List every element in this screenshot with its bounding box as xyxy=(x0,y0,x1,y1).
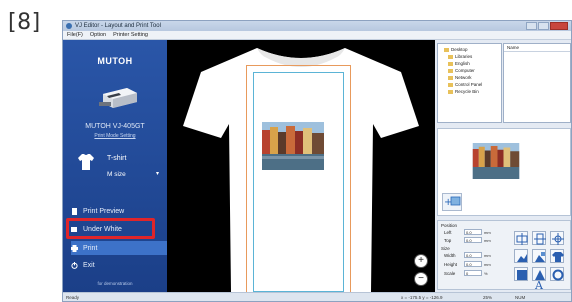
step-label: [8] xyxy=(8,10,41,35)
design-canvas[interactable]: + − xyxy=(167,40,435,292)
print-preview-button[interactable]: Print Preview xyxy=(71,204,167,218)
layout-controls: Position Left mm Top mm Size Width mm He… xyxy=(437,220,571,292)
window-controls xyxy=(526,22,568,30)
center-icon[interactable] xyxy=(550,231,564,245)
scale-input[interactable] xyxy=(464,270,482,276)
shirt-type-value[interactable]: T-shirt xyxy=(107,155,126,162)
width-input[interactable] xyxy=(464,252,482,258)
folder-icon xyxy=(448,82,453,87)
folder-icon xyxy=(448,61,453,66)
folder-icon xyxy=(448,89,453,94)
print-label: Print xyxy=(83,244,98,252)
align-horizontal-center-icon[interactable] xyxy=(514,231,528,245)
tree-item[interactable]: English xyxy=(448,61,470,66)
image-preview-pane: + xyxy=(437,128,571,216)
printer-image xyxy=(99,88,137,108)
tree-item[interactable]: Recycle Bin xyxy=(448,89,479,94)
tree-item[interactable]: Network xyxy=(448,75,472,80)
height-label: Height xyxy=(444,262,458,267)
add-image-icon: + xyxy=(444,196,461,208)
print-button-highlight xyxy=(66,218,155,239)
sidebar: MUTOH MUTOH VJ-405GT Print Mode Setting … xyxy=(63,40,167,292)
close-button[interactable] xyxy=(550,22,568,30)
placed-artwork-image[interactable] xyxy=(262,122,324,170)
status-text: Ready xyxy=(66,295,80,300)
minimize-button[interactable] xyxy=(526,22,537,30)
menu-bar: File(F) Option Printer Setting xyxy=(63,31,571,40)
fit-width-icon[interactable] xyxy=(532,249,546,263)
tshirt-icon xyxy=(78,154,94,170)
window-title: VJ Editor - Layout and Print Tool xyxy=(75,23,161,29)
tree-item[interactable]: Computer xyxy=(448,68,475,73)
app-icon xyxy=(66,23,72,29)
folder-icon xyxy=(444,47,449,52)
svg-text:A: A xyxy=(534,279,544,290)
width-unit: mm xyxy=(484,253,491,258)
width-label: Width xyxy=(444,253,456,258)
align-vertical-center-icon[interactable] xyxy=(532,231,546,245)
height-unit: mm xyxy=(484,262,491,267)
rectangle-icon[interactable] xyxy=(514,267,528,281)
zoom-out-icon[interactable]: − xyxy=(414,272,428,286)
menu-printer-setting[interactable]: Printer Setting xyxy=(113,31,148,39)
folder-icon xyxy=(448,68,453,73)
top-label: Top xyxy=(444,238,452,243)
circle-icon[interactable] xyxy=(550,267,564,281)
exit-button[interactable]: Exit xyxy=(71,258,167,272)
position-label: Position xyxy=(441,223,458,228)
add-image-button[interactable]: + xyxy=(442,193,462,211)
title-bar: VJ Editor - Layout and Print Tool xyxy=(63,21,571,31)
print-preview-label: Print Preview xyxy=(83,207,125,215)
folder-icon xyxy=(448,75,453,80)
maximize-button[interactable] xyxy=(538,22,549,30)
print-area-inner-guide xyxy=(253,72,344,292)
menu-option[interactable]: Option xyxy=(90,31,106,39)
folder-icon xyxy=(448,54,453,59)
power-icon xyxy=(71,261,78,269)
shirt-dropdown-arrow-icon[interactable]: ▾ xyxy=(156,170,159,177)
printer-model: MUTOH VJ-405GT xyxy=(85,123,145,130)
demo-note: for demonstration xyxy=(97,281,133,286)
top-unit: mm xyxy=(484,238,491,243)
left-input[interactable] xyxy=(464,229,482,235)
right-panel: Desktop Libraries English Computer Netwo… xyxy=(435,40,571,292)
scale-unit: % xyxy=(484,271,488,276)
scale-label: Scale xyxy=(444,271,456,276)
text-tool-icon[interactable]: A xyxy=(532,277,546,292)
brand-logo: MUTOH xyxy=(97,56,133,66)
print-mode-link[interactable]: Print Mode Setting xyxy=(63,133,167,139)
file-list[interactable]: Name xyxy=(503,43,571,123)
folder-tree[interactable]: Desktop Libraries English Computer Netwo… xyxy=(437,43,502,123)
zoom-in-icon[interactable]: + xyxy=(414,254,428,268)
status-bar: Ready x = -175.5 y = -126.9 25% NUM xyxy=(63,292,571,301)
shirt-fit-icon[interactable] xyxy=(550,249,564,263)
file-list-header[interactable]: Name xyxy=(504,44,570,52)
fit-image-icon[interactable] xyxy=(514,249,528,263)
shirt-size-value[interactable]: M size xyxy=(107,171,126,178)
num-lock-indicator: NUM xyxy=(515,295,526,300)
top-input[interactable] xyxy=(464,237,482,243)
tree-item[interactable]: Libraries xyxy=(448,54,472,59)
app-window: VJ Editor - Layout and Print Tool File(F… xyxy=(62,20,572,302)
menu-file[interactable]: File(F) xyxy=(67,31,83,39)
cursor-coordinates: x = -175.5 y = -126.9 xyxy=(401,295,443,300)
print-button[interactable]: Print xyxy=(71,241,167,255)
left-label: Left xyxy=(444,230,452,235)
size-label: Size xyxy=(441,246,450,251)
preview-image xyxy=(472,143,520,179)
left-unit: mm xyxy=(484,230,491,235)
height-input[interactable] xyxy=(464,261,482,267)
tree-item[interactable]: Control Panel xyxy=(448,82,482,87)
tree-item[interactable]: Desktop xyxy=(444,47,468,52)
printer-icon xyxy=(71,244,78,252)
preview-icon xyxy=(72,207,77,215)
zoom-level: 25% xyxy=(483,295,493,300)
exit-label: Exit xyxy=(83,261,95,269)
